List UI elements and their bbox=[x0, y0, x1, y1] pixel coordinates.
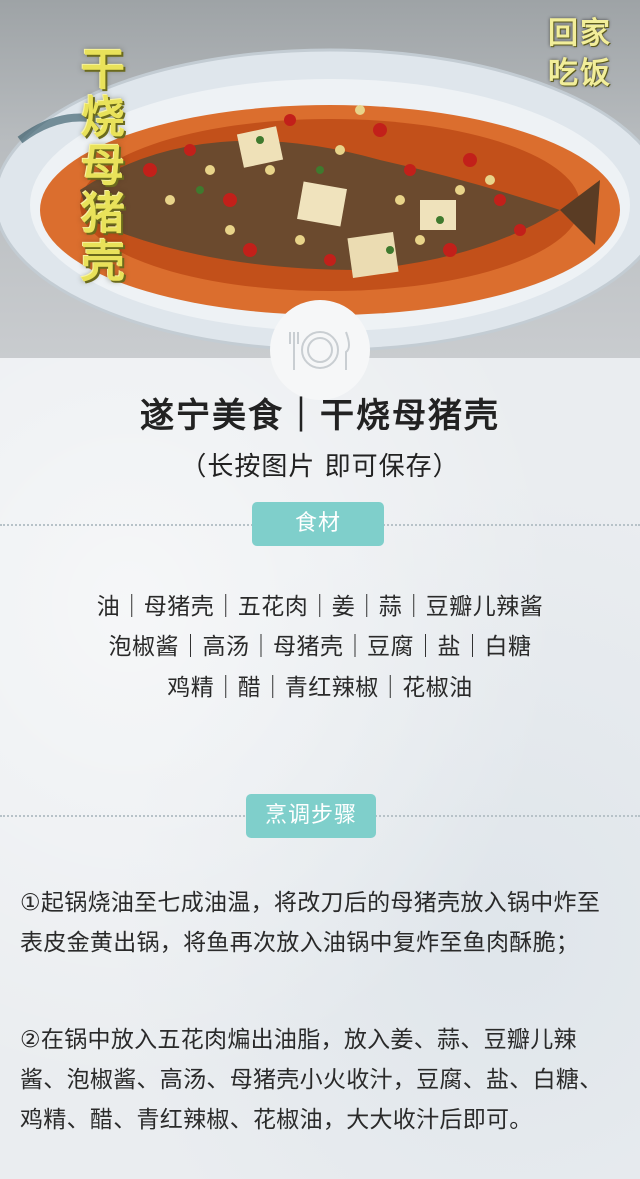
plate-fork-knife-icon bbox=[289, 331, 350, 370]
logo-line-1: 回家 bbox=[548, 16, 612, 51]
brand-logo: 回家 吃饭 bbox=[548, 8, 632, 92]
ingredients-tag: 食材 bbox=[252, 502, 384, 546]
step-item: ②在锅中放入五花肉煸出油脂，放入姜、蒜、豆瓣儿辣酱、泡椒酱、高汤、母猪壳小火收汁… bbox=[20, 1027, 603, 1133]
steps-tag: 烹调步骤 bbox=[246, 794, 376, 838]
plate-badge bbox=[270, 300, 370, 400]
logo-line-2: 吃饭 bbox=[548, 56, 612, 91]
ingredient-line: 泡椒酱｜高汤｜母猪壳｜豆腐｜盐｜白糖 bbox=[108, 634, 532, 660]
ingredient-line: 油｜母猪壳｜五花肉｜姜｜蒜｜豆瓣儿辣酱 bbox=[96, 594, 544, 620]
step-item: ①起锅烧油至七成油温，将改刀后的母猪壳放入锅中炸至表皮金黄出锅，将鱼再次放入油锅… bbox=[20, 890, 601, 956]
page-subtitle: （长按图片 即可保存） bbox=[180, 452, 460, 482]
page-title: 遂宁美食｜干烧母猪壳 bbox=[140, 396, 500, 436]
ingredient-line: 鸡精｜醋｜青红辣椒｜花椒油 bbox=[167, 675, 473, 701]
dish-title: 干烧母猪壳 bbox=[73, 46, 124, 286]
